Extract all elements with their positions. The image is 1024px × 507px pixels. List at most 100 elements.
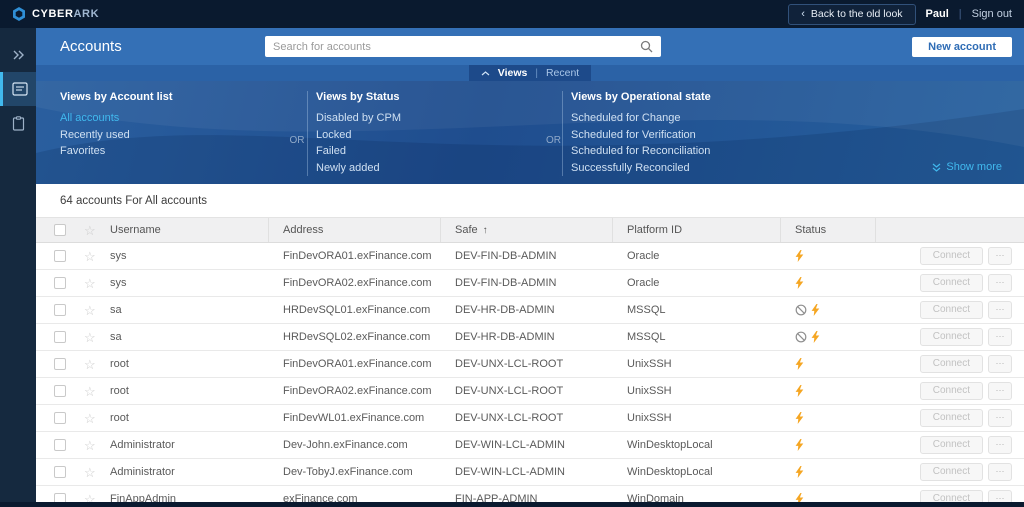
view-item[interactable]: Scheduled for Change: [571, 110, 1024, 127]
accounts-content: 64 accounts For All accounts ☆ Username …: [36, 184, 1024, 502]
username-cell: root: [110, 385, 129, 397]
double-chevron-right-icon: [12, 50, 25, 60]
view-item[interactable]: Scheduled for Reconciliation: [571, 143, 1024, 160]
view-item[interactable]: Recently used: [60, 127, 287, 144]
favorite-star-icon[interactable]: ☆: [84, 304, 110, 317]
row-checkbox[interactable]: [54, 493, 66, 502]
row-more-button[interactable]: ⋯: [988, 247, 1012, 265]
tab-recent[interactable]: Recent: [546, 67, 579, 79]
row-checkbox[interactable]: [54, 304, 66, 316]
view-item[interactable]: All accounts: [60, 110, 287, 127]
favorite-star-icon[interactable]: ☆: [84, 466, 110, 479]
left-sidebar: [0, 28, 36, 502]
view-item[interactable]: Scheduled for Verification: [571, 127, 1024, 144]
connect-button[interactable]: Connect: [919, 328, 983, 346]
connect-button[interactable]: Connect: [919, 490, 983, 502]
view-item[interactable]: Locked: [316, 127, 545, 144]
table-row[interactable]: ☆ sa HRDevSQL02.exFinance.com DEV-HR-DB-ADM…: [36, 324, 1024, 351]
row-checkbox[interactable]: [54, 385, 66, 397]
user-menu[interactable]: Paul: [926, 8, 949, 20]
table-row[interactable]: ☆ root FinDevWL01.exFinance.com DEV-UNX-LCL…: [36, 405, 1024, 432]
views-column-title: Views by Status: [316, 91, 400, 103]
row-more-button[interactable]: ⋯: [988, 355, 1012, 373]
column-header-platform-id[interactable]: Platform ID: [612, 218, 780, 242]
row-checkbox[interactable]: [54, 439, 66, 451]
column-header-status[interactable]: Status: [780, 218, 875, 242]
row-more-button[interactable]: ⋯: [988, 436, 1012, 454]
table-row[interactable]: ☆ root FinDevORA01.exFinance.com DEV-UNX-LC…: [36, 351, 1024, 378]
favorite-star-icon[interactable]: ☆: [84, 331, 110, 344]
sidebar-item-accounts[interactable]: [0, 72, 36, 106]
row-checkbox[interactable]: [54, 412, 66, 424]
connect-button[interactable]: Connect: [919, 355, 983, 373]
status-cell: [780, 331, 875, 343]
tab-views[interactable]: Views: [498, 67, 528, 79]
row-more-button[interactable]: ⋯: [988, 382, 1012, 400]
or-label: OR: [546, 135, 561, 146]
row-more-button[interactable]: ⋯: [988, 490, 1012, 502]
view-item[interactable]: Newly added: [316, 160, 545, 177]
column-header-address[interactable]: Address: [268, 218, 440, 242]
favorite-star-icon[interactable]: ☆: [84, 385, 110, 398]
connect-button[interactable]: Connect: [919, 436, 983, 454]
row-checkbox[interactable]: [54, 250, 66, 262]
status-cell: [780, 385, 875, 397]
row-more-button[interactable]: ⋯: [988, 328, 1012, 346]
row-more-button[interactable]: ⋯: [988, 409, 1012, 427]
table-row[interactable]: ☆ root FinDevORA02.exFinance.com DEV-UNX-LC…: [36, 378, 1024, 405]
connect-button[interactable]: Connect: [919, 463, 983, 481]
table-row[interactable]: ☆ sys FinDevORA02.exFinance.com DEV-FIN-DB-…: [36, 270, 1024, 297]
column-header-username[interactable]: Username: [110, 218, 268, 242]
sidebar-expand-button[interactable]: [0, 38, 36, 72]
sign-out-link[interactable]: Sign out: [972, 8, 1012, 20]
table-row[interactable]: ☆ sa HRDevSQL01.exFinance.com DEV-HR-DB-ADM…: [36, 297, 1024, 324]
chevron-left-icon: ‹: [801, 7, 805, 20]
favorite-star-icon[interactable]: ☆: [84, 250, 110, 263]
address-cell: FinDevORA02.exFinance.com: [283, 277, 432, 289]
safe-cell: DEV-WIN-LCL-ADMIN: [455, 439, 566, 451]
username-cell: sa: [110, 304, 122, 316]
row-checkbox[interactable]: [54, 358, 66, 370]
favorite-star-icon[interactable]: ☆: [84, 358, 110, 371]
address-cell: FinDevWL01.exFinance.com: [283, 412, 425, 424]
connect-button[interactable]: Connect: [919, 382, 983, 400]
view-item[interactable]: Failed: [316, 143, 545, 160]
username-cell: Administrator: [110, 466, 175, 478]
row-checkbox[interactable]: [54, 277, 66, 289]
view-item[interactable]: Favorites: [60, 143, 287, 160]
search-icon[interactable]: [640, 40, 661, 53]
connect-button[interactable]: Connect: [919, 247, 983, 265]
column-header-safe[interactable]: Safe ↑: [440, 218, 612, 242]
table-row[interactable]: ☆ FinAppAdmin exFinance.com FIN-APP-ADMIN Wi…: [36, 486, 1024, 502]
horizontal-scrollbar[interactable]: [0, 502, 1024, 507]
username-cell: sys: [110, 277, 127, 289]
table-row[interactable]: ☆ Administrator Dev-TobyJ.exFinance.com DEV…: [36, 459, 1024, 486]
platform-cell: Oracle: [627, 250, 660, 262]
back-to-old-look-button[interactable]: ‹ Back to the old look: [788, 3, 916, 25]
favorite-star-icon[interactable]: ☆: [84, 412, 110, 425]
account-search: [265, 36, 661, 57]
table-row[interactable]: ☆ Administrator Dev-John.exFinance.com DEV-…: [36, 432, 1024, 459]
view-item[interactable]: Disabled by CPM: [316, 110, 545, 127]
row-checkbox[interactable]: [54, 331, 66, 343]
row-checkbox[interactable]: [54, 466, 66, 478]
connect-button[interactable]: Connect: [919, 301, 983, 319]
select-all-checkbox[interactable]: [54, 224, 66, 236]
row-actions: Connect ⋯: [875, 274, 1024, 292]
favorites-column-star-icon[interactable]: ☆: [84, 224, 110, 237]
table-row[interactable]: ☆ sys FinDevORA01.exFinance.com DEV-FIN-DB-…: [36, 243, 1024, 270]
connect-button[interactable]: Connect: [919, 274, 983, 292]
cyberark-logo: CYBERARK: [12, 7, 99, 21]
favorite-star-icon[interactable]: ☆: [84, 493, 110, 503]
row-more-button[interactable]: ⋯: [988, 463, 1012, 481]
collapse-caret-icon[interactable]: [481, 70, 490, 76]
favorite-star-icon[interactable]: ☆: [84, 439, 110, 452]
row-more-button[interactable]: ⋯: [988, 274, 1012, 292]
sidebar-item-reports[interactable]: [0, 106, 36, 140]
new-account-button[interactable]: New account: [912, 36, 1012, 57]
connect-button[interactable]: Connect: [919, 409, 983, 427]
row-more-button[interactable]: ⋯: [988, 301, 1012, 319]
show-more-link[interactable]: Show more: [932, 161, 1002, 173]
search-input[interactable]: [265, 40, 640, 53]
favorite-star-icon[interactable]: ☆: [84, 277, 110, 290]
